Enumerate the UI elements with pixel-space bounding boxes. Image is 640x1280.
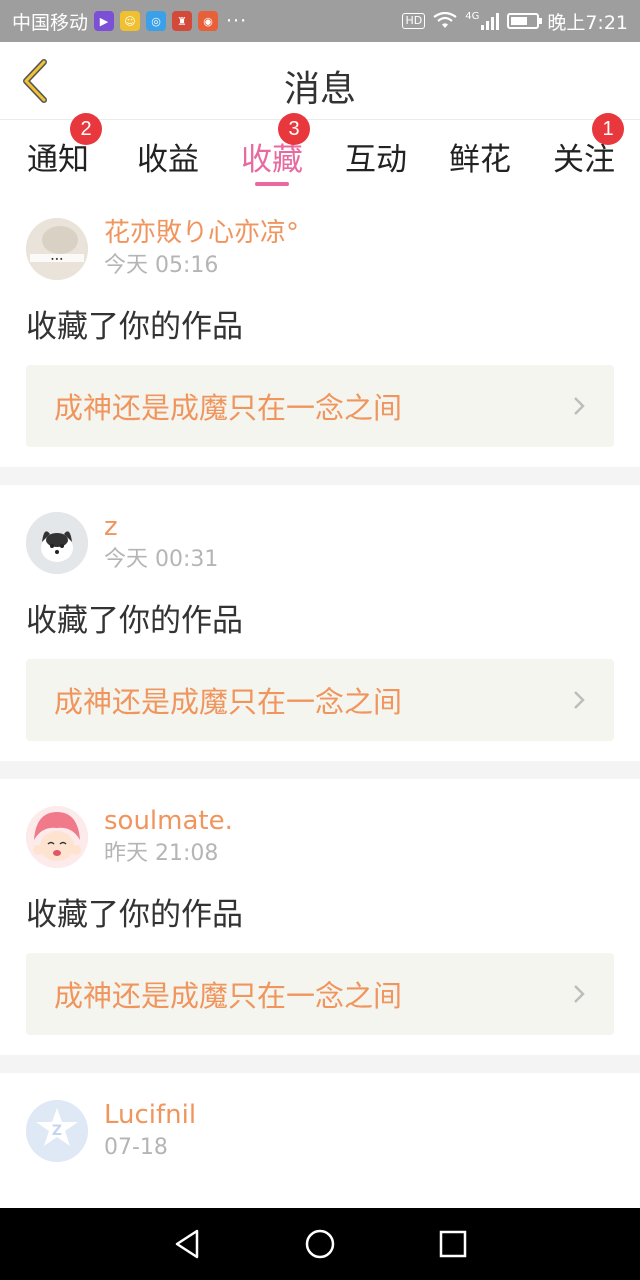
avatar[interactable]: [26, 806, 88, 868]
avatar-image: [26, 806, 88, 868]
system-nav-bar: [0, 1208, 640, 1280]
message-list: ∙∙∙ 花亦敗り心亦凉° 今天 05:16 收藏了你的作品 成神还是成魔只在一念…: [0, 191, 640, 1183]
weibo-icon: ◉: [198, 11, 219, 31]
bilibili-icon: ☺: [120, 11, 141, 31]
tab-badge: 3: [278, 113, 310, 145]
timestamp: 昨天 21:08: [104, 841, 219, 866]
timestamp: 07-18: [104, 1135, 168, 1160]
work-title: 成神还是成魔只在一念之间: [54, 391, 403, 425]
tab-follow[interactable]: 关注 1: [532, 113, 636, 191]
tab-notice[interactable]: 通知 2: [0, 113, 116, 191]
action-text: 收藏了你的作品: [26, 603, 243, 639]
avatar[interactable]: Z: [26, 1100, 88, 1162]
header: 消息: [0, 42, 640, 120]
game-icon: ♜: [172, 11, 193, 31]
tab-label: 收益: [137, 142, 199, 178]
page-title: 消息: [283, 69, 356, 110]
avatar[interactable]: ∙∙∙: [26, 218, 88, 280]
divider: [0, 1055, 640, 1073]
divider: [0, 761, 640, 779]
username[interactable]: soulmate.: [104, 805, 233, 837]
avatar[interactable]: [26, 512, 88, 574]
tab-interaction[interactable]: 互动: [324, 121, 428, 191]
tab-label: 鲜花: [449, 142, 511, 178]
svg-text:∙∙∙: ∙∙∙: [50, 255, 63, 263]
carrier-label: 中国移动: [12, 11, 89, 34]
chevron-right-icon: [574, 985, 585, 1003]
chevron-right-icon: [574, 691, 585, 709]
signal-icon: [481, 12, 500, 30]
work-title: 成神还是成魔只在一念之间: [54, 979, 403, 1013]
work-link[interactable]: 成神还是成魔只在一念之间: [26, 953, 614, 1035]
chevron-right-icon: [574, 397, 585, 415]
home-circle-icon: [305, 1229, 335, 1259]
list-item: ∙∙∙ 花亦敗り心亦凉° 今天 05:16 收藏了你的作品 成神还是成魔只在一念…: [0, 191, 640, 467]
tab-favorites[interactable]: 收藏 3: [220, 113, 324, 191]
battery-icon: [507, 13, 543, 29]
tab-bar: 通知 2 收益 收藏 3 互动 鲜花 关注 1: [0, 113, 640, 191]
map-icon: ◎: [146, 11, 167, 31]
tab-earnings[interactable]: 收益: [116, 121, 220, 191]
work-link[interactable]: 成神还是成魔只在一念之间: [26, 365, 614, 447]
svg-text:Z: Z: [52, 1123, 62, 1139]
wifi-icon: [433, 12, 457, 28]
clock: 晚上7:21: [547, 11, 628, 34]
work-link[interactable]: 成神还是成魔只在一念之间: [26, 659, 614, 741]
status-bar: 中国移动 ▶ ☺ ◎ ♜ ◉ ··· HD 4G 晚上7:21: [0, 0, 640, 42]
default-avatar-icon: Z: [26, 1100, 88, 1162]
work-title: 成神还是成魔只在一念之间: [54, 685, 403, 719]
divider: [0, 467, 640, 485]
more-notifications: ···: [226, 10, 248, 32]
tab-badge: 2: [70, 113, 102, 145]
username[interactable]: 花亦敗り心亦凉°: [104, 217, 299, 249]
avatar-image: [26, 512, 88, 574]
hd-icon: HD: [402, 13, 426, 29]
list-item: z 今天 00:31 收藏了你的作品 成神还是成魔只在一念之间: [0, 485, 640, 761]
timestamp: 今天 00:31: [104, 547, 219, 572]
timestamp: 今天 05:16: [104, 253, 219, 278]
action-text: 收藏了你的作品: [26, 309, 243, 345]
tab-badge: 1: [592, 113, 624, 145]
nav-recents-button[interactable]: [423, 1214, 483, 1274]
list-item: soulmate. 昨天 21:08 收藏了你的作品 成神还是成魔只在一念之间: [0, 779, 640, 1055]
active-tab-indicator: [255, 182, 289, 186]
tab-label: 互动: [345, 142, 407, 178]
tab-flowers[interactable]: 鲜花: [428, 121, 532, 191]
recents-square-icon: [440, 1230, 467, 1258]
username[interactable]: Lucifnil: [104, 1099, 196, 1131]
network-type: 4G: [465, 10, 480, 22]
nav-home-button[interactable]: [290, 1214, 350, 1274]
avatar-image: ∙∙∙: [26, 218, 88, 280]
video-app-icon: ▶: [94, 11, 115, 31]
list-item: Z Lucifnil 07-18: [0, 1073, 640, 1183]
back-triangle-icon: [175, 1229, 198, 1259]
action-text: 收藏了你的作品: [26, 897, 243, 933]
nav-back-button[interactable]: [157, 1214, 217, 1274]
username[interactable]: z: [104, 511, 218, 543]
